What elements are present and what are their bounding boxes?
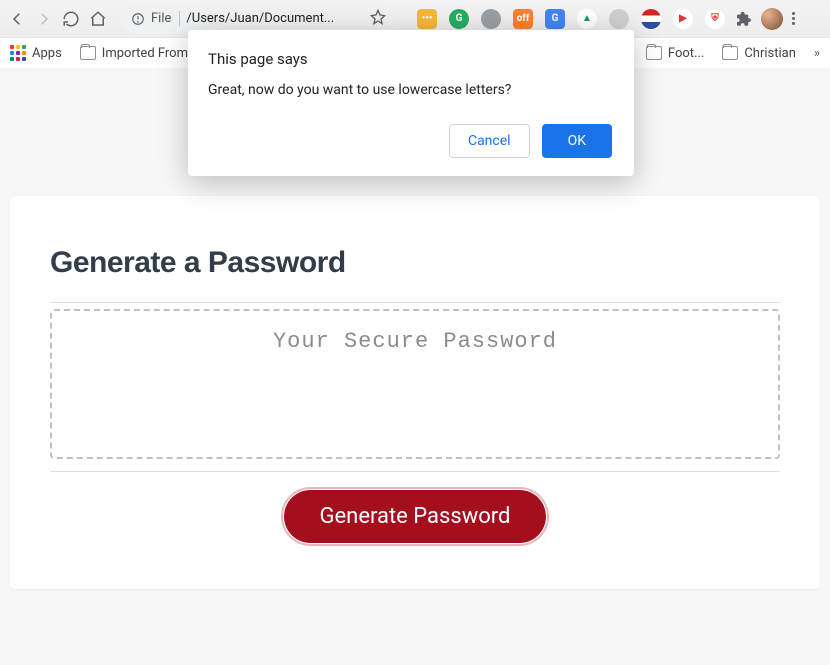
extensions-icon[interactable] bbox=[734, 10, 752, 28]
ext-grey-circle[interactable] bbox=[481, 9, 501, 29]
apps-icon bbox=[10, 45, 26, 61]
password-placeholder: Your Secure Password bbox=[62, 329, 768, 354]
ext-translate[interactable]: G bbox=[545, 9, 565, 29]
folder-icon bbox=[722, 46, 738, 60]
extensions-row: ••• Goff G ▲ ▶ ⛨ bbox=[417, 9, 725, 29]
bookmark-label: Imported From F bbox=[102, 46, 199, 61]
ext-shield[interactable]: ⛨ bbox=[705, 9, 725, 29]
generate-password-button[interactable]: Generate Password bbox=[284, 490, 547, 543]
dialog-message: Great, now do you want to use lowercase … bbox=[208, 82, 612, 98]
ext-stripes[interactable] bbox=[641, 9, 661, 29]
ext-drive[interactable]: ▲ bbox=[577, 9, 597, 29]
ext-grey-dot[interactable] bbox=[609, 9, 629, 29]
home-icon[interactable] bbox=[89, 10, 107, 28]
bookmarks-overflow-icon[interactable]: » bbox=[814, 46, 820, 61]
ext-red-play[interactable]: ▶ bbox=[673, 9, 693, 29]
bookmark-christian[interactable]: Christian bbox=[722, 46, 796, 61]
ext-yellow[interactable]: ••• bbox=[417, 9, 437, 29]
star-icon[interactable] bbox=[370, 9, 386, 29]
dialog-title: This page says bbox=[208, 50, 612, 68]
divider bbox=[50, 471, 780, 472]
address-bar[interactable]: File /Users/Juan/Document... bbox=[121, 4, 396, 34]
folder-icon bbox=[80, 46, 96, 60]
bookmark-label: Apps bbox=[32, 46, 62, 61]
bookmark-apps[interactable]: Apps bbox=[10, 45, 62, 61]
folder-icon bbox=[646, 46, 662, 60]
cancel-button[interactable]: Cancel bbox=[449, 124, 530, 158]
url-protocol: File bbox=[131, 11, 180, 26]
bookmark-foot[interactable]: Foot... bbox=[646, 46, 704, 61]
menu-icon[interactable] bbox=[792, 12, 795, 25]
reload-icon[interactable] bbox=[62, 10, 80, 28]
page-body: Generate a Password Your Secure Password… bbox=[0, 196, 830, 589]
page-title: Generate a Password bbox=[50, 246, 780, 280]
bookmark-imported[interactable]: Imported From F bbox=[80, 46, 199, 61]
url-path: /Users/Juan/Document... bbox=[186, 11, 364, 26]
divider bbox=[50, 302, 780, 303]
ext-green-circle[interactable]: G bbox=[449, 9, 469, 29]
back-icon[interactable] bbox=[8, 10, 26, 28]
ext-off[interactable]: off bbox=[513, 9, 533, 29]
confirm-dialog: This page says Great, now do you want to… bbox=[188, 30, 634, 176]
bookmark-label: Foot... bbox=[668, 46, 704, 61]
ok-button[interactable]: OK bbox=[542, 124, 612, 158]
bookmark-label: Christian bbox=[744, 46, 796, 61]
forward-icon[interactable] bbox=[35, 10, 53, 28]
password-card: Generate a Password Your Secure Password… bbox=[10, 196, 820, 589]
password-output-box: Your Secure Password bbox=[50, 309, 780, 459]
profile-avatar[interactable] bbox=[761, 8, 783, 30]
file-label: File bbox=[151, 11, 171, 26]
